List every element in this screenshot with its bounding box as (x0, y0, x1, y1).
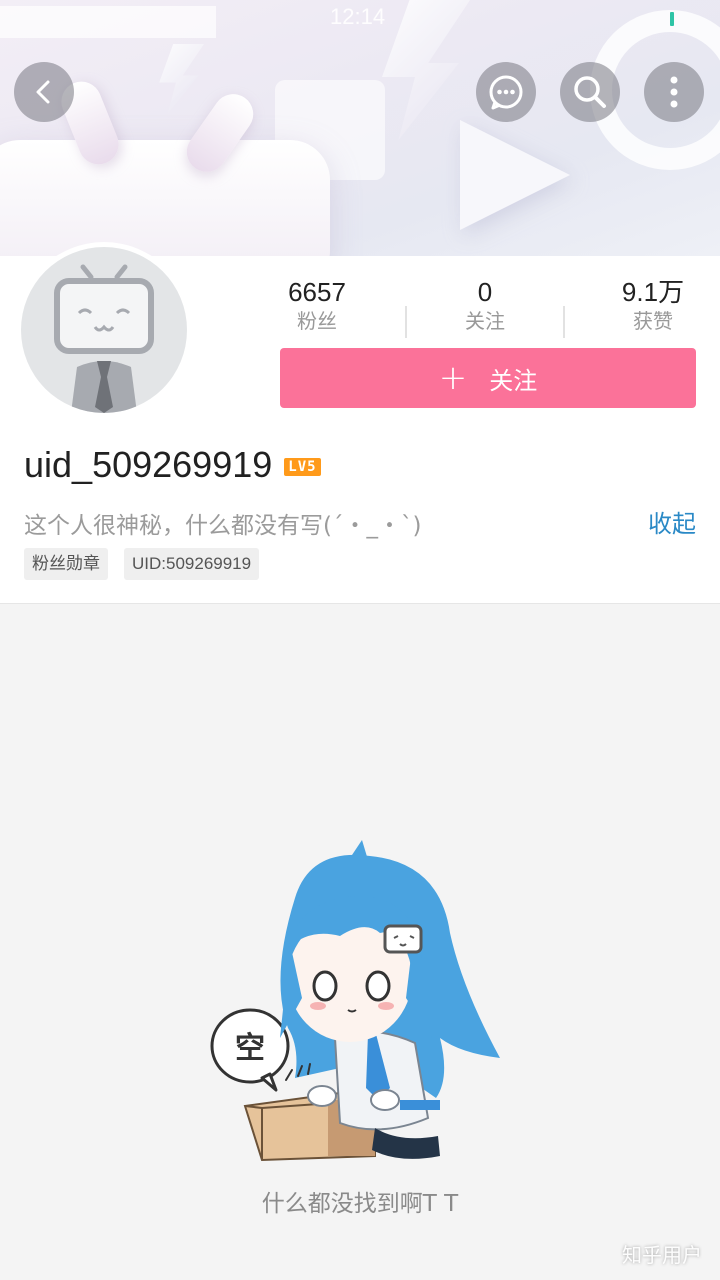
stat-fans-label: 粉丝 (297, 309, 337, 333)
search-icon (571, 73, 609, 111)
follow-button-label: 关注 (489, 366, 538, 395)
empty-state-message: 什么都没找到啊T T (261, 1191, 459, 1217)
default-avatar-image (21, 247, 187, 413)
fan-medal-tag[interactable]: 粉丝勋章 (24, 548, 108, 580)
signature: 这个人很神秘，什么都没有写(´・_・`) (24, 513, 422, 539)
stat-likes-value: 9.1万 (621, 277, 685, 307)
message-button[interactable] (476, 62, 536, 122)
stats-row: 6657 粉丝 0 关注 9.1万 获赞 (232, 276, 720, 346)
empty-state-illustration: 空 (200, 838, 520, 1168)
stat-divider (563, 306, 565, 338)
avatar[interactable] (16, 242, 192, 418)
status-time: 12:14 (330, 4, 386, 29)
stat-fans-value: 6657 (288, 277, 346, 307)
profile-banner: 12:14 (0, 0, 720, 256)
banner-tv-decoration (0, 140, 330, 256)
stat-following-value: 0 (477, 277, 493, 307)
follow-button[interactable]: + 关注 (280, 348, 696, 408)
username-row: uid_509269919 LV5 (24, 444, 321, 486)
stat-following[interactable]: 0 关注 (400, 276, 570, 334)
back-button[interactable] (14, 62, 74, 122)
status-bar-blur (0, 6, 216, 38)
stat-fans[interactable]: 6657 粉丝 (232, 276, 402, 334)
banner-play-decoration (460, 120, 570, 230)
message-icon (487, 73, 525, 111)
username: uid_509269919 (24, 444, 273, 485)
banner-bolt-small-decoration (159, 44, 204, 114)
search-button[interactable] (560, 62, 620, 122)
more-icon (669, 75, 679, 109)
watermark: 知乎用户 (622, 1243, 702, 1267)
profile-card: 6657 粉丝 0 关注 9.1万 获赞 + 关注 uid_509269919 … (0, 242, 720, 604)
collapse-button[interactable]: 收起 (648, 504, 696, 539)
more-button[interactable] (644, 62, 704, 122)
stat-likes-label: 获赞 (633, 309, 673, 333)
back-arrow-icon (29, 77, 59, 107)
empty-bubble-text: 空 (235, 1031, 265, 1066)
plus-icon: + (438, 358, 468, 398)
level-badge: LV5 (284, 458, 321, 476)
uid-tag[interactable]: UID:509269919 (124, 548, 260, 580)
battery-icon (670, 12, 674, 26)
stat-likes: 9.1万 获赞 (568, 276, 720, 334)
stat-following-label: 关注 (465, 309, 505, 333)
profile-tags: 粉丝勋章 UID:509269919 (24, 548, 260, 580)
